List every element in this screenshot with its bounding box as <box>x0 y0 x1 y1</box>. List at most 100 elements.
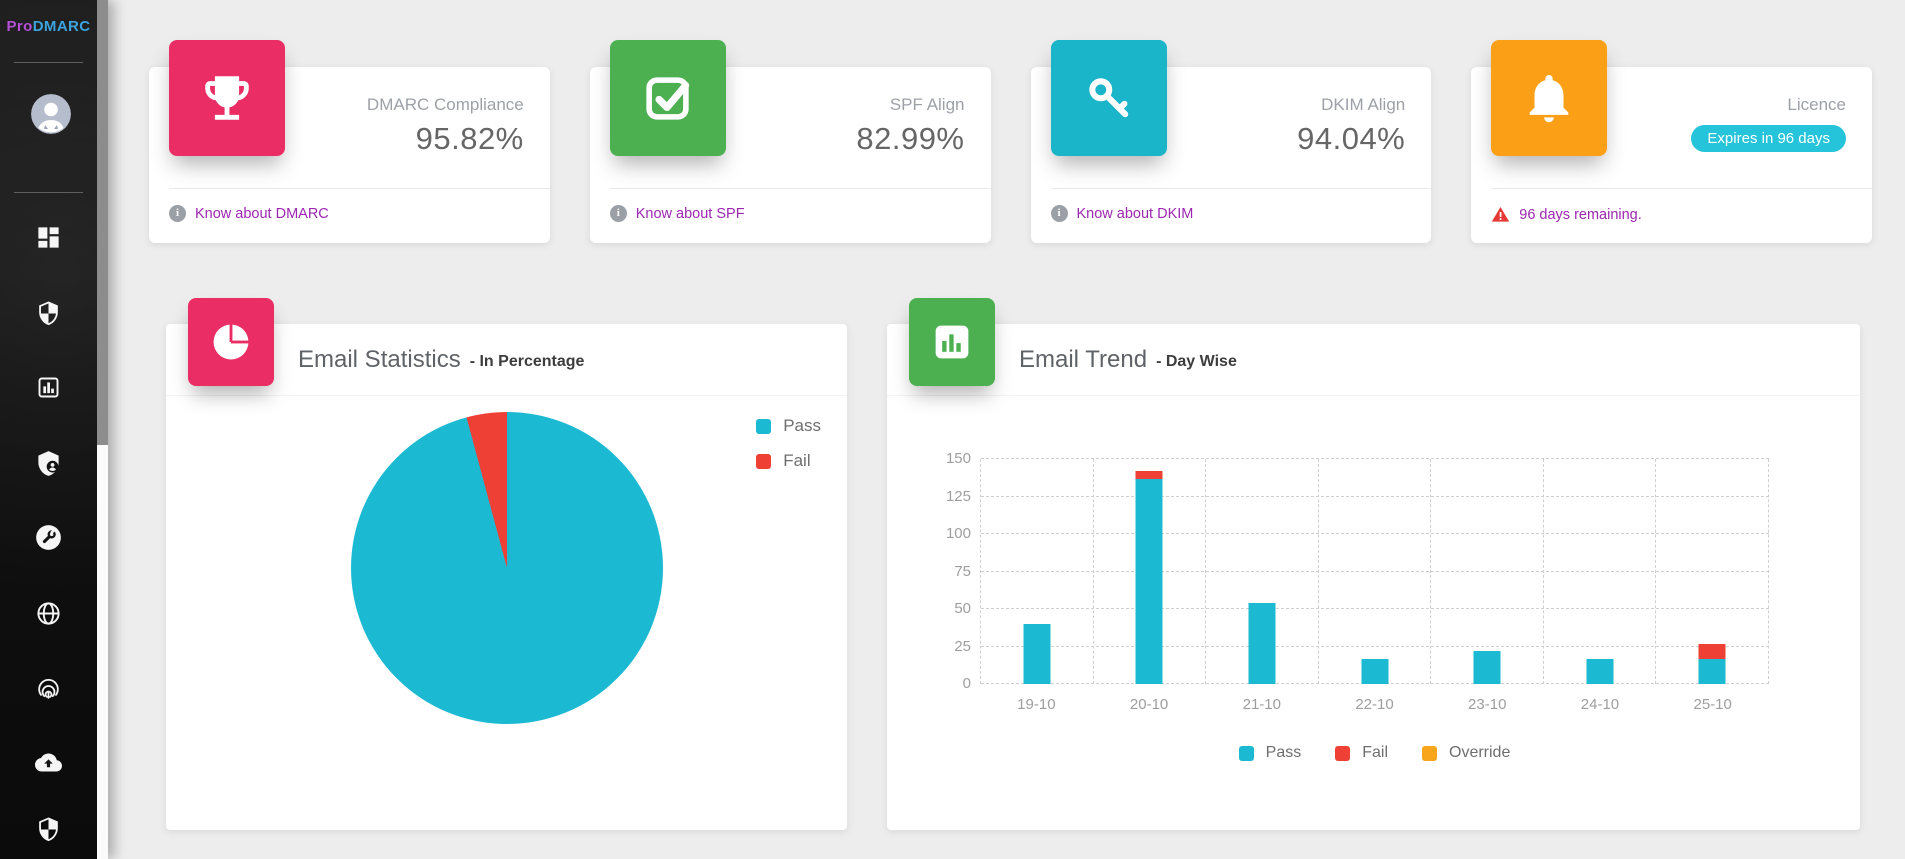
user-avatar[interactable] <box>31 94 71 134</box>
email-trend-panel: Email Trend - Day Wise 0255075100125150 … <box>887 324 1860 830</box>
card-divider <box>169 188 550 189</box>
card-licence: Licence Expires in 96 days 96 days remai… <box>1471 67 1872 243</box>
sidebar-item-security-shield-icon[interactable] <box>35 300 62 327</box>
stat-cards-row: DMARC Compliance 95.82% Know about DMARC… <box>149 67 1872 243</box>
info-icon <box>1051 205 1068 222</box>
info-icon <box>169 205 186 222</box>
bar-pass-23-10 <box>1474 651 1501 684</box>
y-axis-tick-label: 150 <box>946 450 971 468</box>
card-value: 94.04% <box>1297 121 1405 157</box>
bar-chart-legend: Pass Fail Override <box>980 744 1769 762</box>
legend-label: Override <box>1449 744 1510 762</box>
sidebar-item-globe-icon[interactable] <box>35 600 62 627</box>
bar-stack-20-10 <box>1136 471 1163 684</box>
bar-pass-19-10 <box>1023 624 1050 684</box>
legend-label: Pass <box>1266 744 1302 762</box>
panel-title: Email Trend <box>1019 346 1147 374</box>
bar-stack-25-10 <box>1699 644 1726 685</box>
bar-pass-21-10 <box>1248 603 1275 684</box>
bar-stack-19-10 <box>1023 624 1050 684</box>
category-cell-24-10 <box>1544 459 1657 684</box>
panel-subtitle: - In Percentage <box>470 349 585 371</box>
card-spf-align: SPF Align 82.99% Know about SPF <box>590 67 991 243</box>
sidebar: ProDMARC <box>0 0 108 859</box>
bar-stack-22-10 <box>1361 659 1388 685</box>
sidebar-item-protection-shield-icon[interactable] <box>35 816 62 843</box>
card-divider <box>1051 188 1432 189</box>
know-about-spf-link[interactable]: Know about SPF <box>636 206 745 222</box>
legend-swatch <box>1239 746 1254 761</box>
brand-logo[interactable]: ProDMARC <box>0 18 97 35</box>
sidebar-item-tools-wrench-icon[interactable] <box>35 524 62 551</box>
sidebar-item-cloud-upload-icon[interactable] <box>35 749 62 776</box>
sidebar-divider <box>14 62 83 63</box>
legend-item-pass: Pass <box>1239 744 1302 762</box>
category-cell-22-10 <box>1319 459 1432 684</box>
bar-pass-25-10 <box>1699 659 1726 685</box>
legend-item-pass: Pass <box>756 416 821 436</box>
card-value: 82.99% <box>856 121 964 157</box>
category-cell-21-10 <box>1206 459 1319 684</box>
licence-expiry-badge: Expires in 96 days <box>1691 125 1846 152</box>
category-cell-19-10 <box>981 459 1094 684</box>
y-axis-tick-label: 75 <box>954 563 971 581</box>
brand-pro: Pro <box>6 18 32 35</box>
sidebar-divider <box>14 192 83 193</box>
legend-swatch <box>1335 746 1350 761</box>
legend-swatch <box>1422 746 1437 761</box>
bar-fail-25-10 <box>1699 644 1726 659</box>
panel-header: Email Trend - Day Wise <box>887 324 1860 396</box>
trophy-icon <box>169 40 285 156</box>
pass-fail-pie-chart <box>351 412 663 724</box>
bar-pass-24-10 <box>1586 659 1613 685</box>
sidebar-scrollbar-thumb[interactable] <box>97 0 108 445</box>
legend-label: Fail <box>1362 744 1388 762</box>
brand-dmarc: DMARC <box>33 18 91 35</box>
bar-fail-20-10 <box>1136 471 1163 479</box>
card-value: 95.82% <box>416 121 524 157</box>
y-axis-tick-label: 100 <box>946 525 971 543</box>
key-icon <box>1051 40 1167 156</box>
main-content: DMARC Compliance 95.82% Know about DMARC… <box>108 0 1905 859</box>
bar-stack-24-10 <box>1586 659 1613 685</box>
bar-stack-21-10 <box>1248 603 1275 684</box>
y-axis-tick-label: 0 <box>963 675 971 693</box>
legend-item-fail: Fail <box>1335 744 1388 762</box>
sidebar-item-reports-chart-icon[interactable] <box>35 374 62 401</box>
legend-label: Pass <box>783 416 821 436</box>
charts-row: Email Statistics - In Percentage Pass Fai… <box>166 324 1905 830</box>
card-title: DKIM Align <box>1321 95 1405 115</box>
legend-swatch <box>756 419 771 434</box>
sidebar-item-admin-shield-icon[interactable] <box>35 450 62 477</box>
x-axis-tick-label: 21-10 <box>1205 696 1318 713</box>
sidebar-item-dashboard-icon[interactable] <box>35 224 62 251</box>
y-axis-tick-label: 125 <box>946 488 971 506</box>
x-axis-tick-label: 25-10 <box>1656 696 1769 713</box>
bar-pass-20-10 <box>1136 479 1163 685</box>
y-axis-tick-label: 25 <box>954 638 971 656</box>
category-cell-25-10 <box>1656 459 1769 684</box>
bar-stack-23-10 <box>1474 651 1501 684</box>
category-cell-23-10 <box>1431 459 1544 684</box>
category-cell-20-10 <box>1094 459 1207 684</box>
legend-item-fail: Fail <box>756 451 821 471</box>
panel-subtitle: - Day Wise <box>1156 349 1237 371</box>
x-axis-tick-label: 19-10 <box>980 696 1093 713</box>
card-divider <box>610 188 991 189</box>
sidebar-scrollbar[interactable] <box>97 0 108 859</box>
x-axis-tick-label: 22-10 <box>1318 696 1431 713</box>
know-about-dkim-link[interactable]: Know about DKIM <box>1077 206 1194 222</box>
info-icon <box>610 205 627 222</box>
card-title: SPF Align <box>890 95 965 115</box>
person-icon <box>31 94 71 134</box>
x-axis: 19-1020-1021-1022-1023-1024-1025-10 <box>980 696 1769 713</box>
legend-swatch <box>756 454 771 469</box>
legend-item-override: Override <box>1422 744 1510 762</box>
bell-icon <box>1491 40 1607 156</box>
panel-title: Email Statistics <box>298 346 461 374</box>
card-title: DMARC Compliance <box>367 95 524 115</box>
sidebar-item-fingerprint-icon[interactable] <box>35 676 62 703</box>
know-about-dmarc-link[interactable]: Know about DMARC <box>195 206 329 222</box>
warning-triangle-icon <box>1491 205 1510 224</box>
bar-chart-icon <box>909 298 995 386</box>
